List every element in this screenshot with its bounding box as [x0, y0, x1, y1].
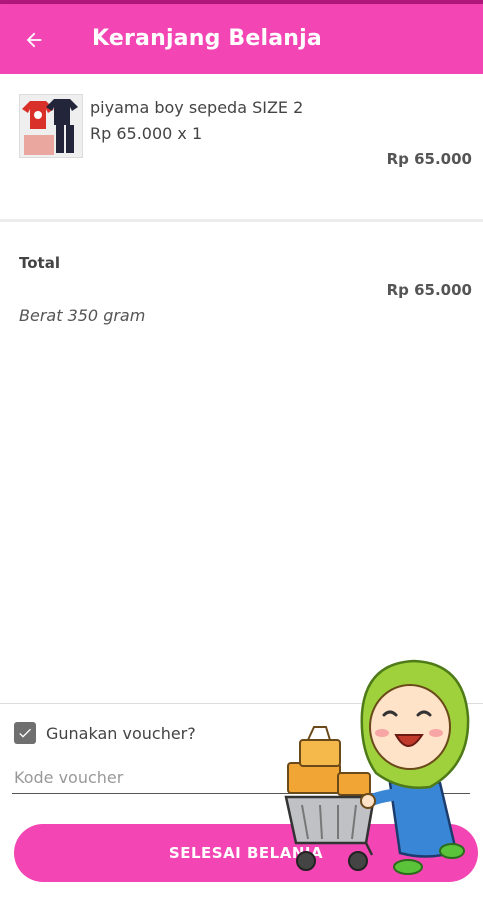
product-price-quantity: Rp 65.000 x 1	[90, 124, 203, 143]
page-title: Keranjang Belanja	[92, 26, 322, 51]
back-button[interactable]	[14, 22, 54, 58]
total-value: Rp 65.000	[386, 281, 472, 299]
finish-shopping-button[interactable]: SELESAI BELANJA	[14, 824, 478, 882]
footer-divider	[0, 703, 483, 704]
section-divider	[0, 219, 483, 222]
arrow-left-icon	[26, 32, 42, 48]
total-label: Total	[19, 254, 60, 272]
voucher-checkbox[interactable]	[14, 722, 36, 744]
voucher-code-input[interactable]	[12, 762, 470, 794]
app-bar: Keranjang Belanja	[0, 4, 483, 74]
product-thumbnail	[19, 94, 83, 158]
voucher-checkbox-label: Gunakan voucher?	[46, 723, 196, 743]
voucher-toggle[interactable]: Gunakan voucher?	[14, 720, 196, 746]
product-name: piyama boy sepeda SIZE 2	[90, 98, 304, 117]
weight-info: Berat 350 gram	[19, 306, 146, 325]
product-subtotal: Rp 65.000	[386, 150, 472, 168]
checkmark-icon	[19, 728, 31, 738]
cart-item[interactable]: piyama boy sepeda SIZE 2 Rp 65.000 x 1 R…	[0, 74, 483, 220]
